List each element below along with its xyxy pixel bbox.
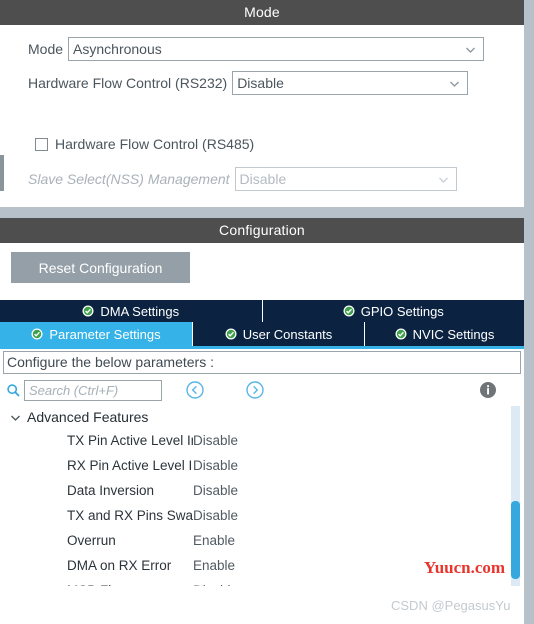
param-value[interactable]: Disable xyxy=(193,508,238,523)
tab-dma-settings[interactable]: DMA Settings xyxy=(0,300,263,322)
search-input[interactable] xyxy=(24,380,162,401)
tree-group-label: Advanced Features xyxy=(27,409,149,425)
chevron-down-icon[interactable] xyxy=(9,411,22,424)
table-row[interactable]: TX and RX Pins Swapping Disable xyxy=(0,503,524,528)
param-value[interactable]: Disable xyxy=(193,483,238,498)
table-row[interactable]: MSB First Disable xyxy=(0,578,524,586)
mode-combo-value: Asynchronous xyxy=(73,41,162,57)
tab-nvic-settings[interactable]: NVIC Settings xyxy=(365,322,524,346)
reset-zone: Reset Configuration xyxy=(0,243,524,300)
circle-left-arrow-icon[interactable] xyxy=(185,380,205,400)
parameter-tree: Advanced Features TX Pin Active Level In… xyxy=(0,406,524,586)
hw-flow-rs232-value: Disable xyxy=(237,75,284,91)
panel-divider xyxy=(0,207,534,218)
window-chrome-right xyxy=(524,0,534,624)
hw-flow-rs485-label: Hardware Flow Control (RS485) xyxy=(55,136,255,152)
param-value[interactable]: Disable xyxy=(193,433,238,448)
check-circle-icon xyxy=(31,328,43,340)
table-row[interactable]: DMA on RX Error Enable xyxy=(0,553,524,578)
mode-panel-title: Mode xyxy=(0,0,524,25)
nss-management-combo: Disable xyxy=(234,167,457,191)
param-value[interactable]: Disable xyxy=(193,458,238,473)
mode-row: Mode Asynchronous xyxy=(28,37,485,61)
search-toolbar xyxy=(0,374,524,406)
tab-parameter-settings-label: Parameter Settings xyxy=(49,326,161,342)
param-name: TX and RX Pins Swapping xyxy=(67,508,193,523)
hw-flow-rs485-checkbox[interactable] xyxy=(35,137,48,151)
nss-management-row: Slave Select(NSS) Management Disable xyxy=(28,167,457,191)
hw-flow-rs232-label: Hardware Flow Control (RS232) xyxy=(28,75,228,91)
configuration-panel: Configuration Reset Configuration DMA Se… xyxy=(0,218,524,624)
mode-panel-body: Mode Asynchronous Hardware Flow Control … xyxy=(0,25,524,207)
tab-parameter-settings[interactable]: Parameter Settings xyxy=(0,322,193,346)
check-circle-icon xyxy=(82,305,94,317)
configuration-panel-title: Configuration xyxy=(0,218,524,243)
nss-management-value: Disable xyxy=(239,171,287,187)
chevron-down-icon xyxy=(448,77,461,90)
chevron-down-icon xyxy=(437,173,450,186)
tabstrip-row-1: DMA Settings GPIO Settings xyxy=(0,300,524,322)
param-name: Overrun xyxy=(67,533,116,548)
circle-right-arrow-icon[interactable] xyxy=(245,380,265,400)
mode-panel: Mode Mode Asynchronous Hardware Flow Con… xyxy=(0,0,524,207)
tab-user-constants[interactable]: User Constants xyxy=(193,322,365,346)
param-value[interactable]: Disable xyxy=(193,583,238,586)
tab-nvic-settings-label: NVIC Settings xyxy=(412,326,495,342)
hw-flow-rs232-row: Hardware Flow Control (RS232) Disable xyxy=(28,71,469,95)
configure-parameters-banner: Configure the below parameters : xyxy=(3,351,521,374)
param-name: TX Pin Active Level Inversi. xyxy=(67,433,193,448)
parameter-tree-scrollbar-thumb[interactable] xyxy=(511,501,520,579)
chevron-down-icon xyxy=(464,43,477,56)
tab-dma-settings-label: DMA Settings xyxy=(100,303,180,319)
param-name: MSB First xyxy=(0,583,193,586)
tabstrip-row-2: Parameter Settings User Constants NVIC S… xyxy=(0,322,524,346)
hw-flow-rs232-combo[interactable]: Disable xyxy=(232,71,469,95)
reset-configuration-button[interactable]: Reset Configuration xyxy=(11,252,190,283)
param-value[interactable]: Enable xyxy=(193,558,235,573)
check-circle-icon xyxy=(395,328,407,340)
mode-label: Mode xyxy=(28,41,64,57)
hw-flow-rs485-row[interactable]: Hardware Flow Control (RS485) xyxy=(35,136,259,152)
nss-management-label: Slave Select(NSS) Management xyxy=(28,171,230,187)
check-circle-icon xyxy=(225,328,237,340)
search-icon xyxy=(6,383,21,398)
tree-group-advanced-features[interactable]: Advanced Features xyxy=(0,406,524,428)
tab-gpio-settings-label: GPIO Settings xyxy=(360,303,444,319)
info-icon[interactable] xyxy=(478,380,498,400)
param-name: RX Pin Active Level Invers.. xyxy=(67,458,193,473)
tab-gpio-settings[interactable]: GPIO Settings xyxy=(262,300,524,322)
table-row[interactable]: Overrun Enable xyxy=(0,528,524,553)
mode-panel-scrollbar-thumb[interactable] xyxy=(0,155,4,191)
table-row[interactable]: RX Pin Active Level Invers.. Disable xyxy=(0,453,524,478)
table-row[interactable]: TX Pin Active Level Inversi. Disable xyxy=(0,428,524,453)
table-row[interactable]: Data Inversion Disable xyxy=(0,478,524,503)
mode-combo[interactable]: Asynchronous xyxy=(68,37,485,61)
tab-user-constants-label: User Constants xyxy=(242,326,333,342)
param-name: Data Inversion xyxy=(67,483,155,498)
tab-accent-underline xyxy=(0,346,524,349)
check-circle-icon xyxy=(343,305,355,317)
param-name: DMA on RX Error xyxy=(67,558,172,573)
param-value[interactable]: Enable xyxy=(193,533,235,548)
